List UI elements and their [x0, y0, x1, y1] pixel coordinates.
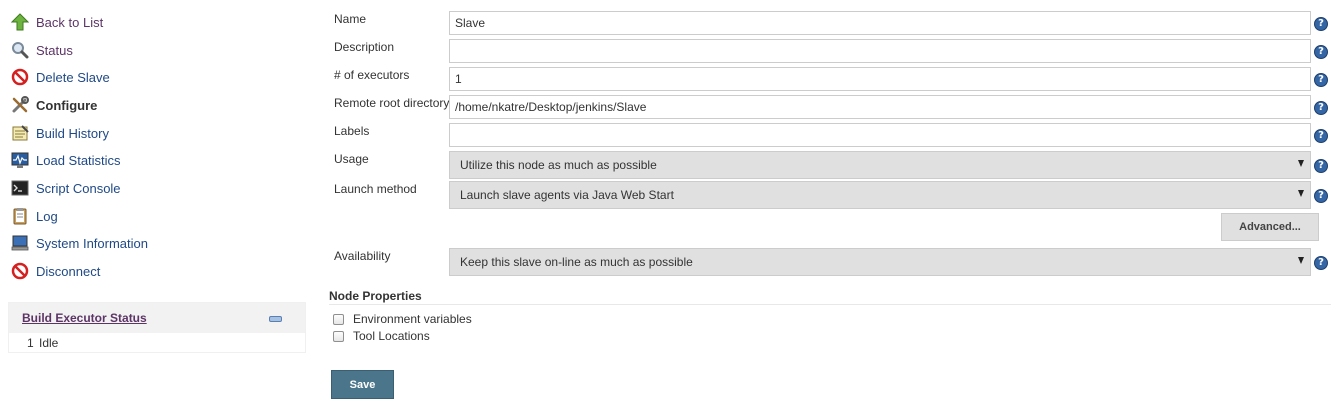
dropdown-arrow-icon [1298, 257, 1304, 264]
no-entry-icon [10, 261, 30, 281]
launch-method-label: Launch method [334, 182, 417, 196]
usage-label: Usage [334, 152, 369, 166]
task-system-information[interactable]: System Information [10, 232, 148, 254]
task-label: Load Statistics [36, 152, 121, 168]
task-label: Script Console [36, 180, 121, 196]
labels-input[interactable] [449, 123, 1311, 147]
executor-state: Idle [39, 335, 59, 350]
remote-root-input[interactable] [449, 95, 1311, 119]
advanced-button[interactable]: Advanced... [1221, 213, 1319, 241]
node-configure-page: Back to List Status Delete Slave Configu… [0, 0, 1340, 415]
tools-icon [10, 95, 30, 115]
magnifier-icon [10, 40, 30, 60]
section-divider [329, 304, 1331, 305]
clipboard-icon [10, 206, 30, 226]
executor-row: 1 Idle [9, 333, 305, 352]
executor-number: 1 [27, 335, 34, 350]
name-label: Name [334, 12, 367, 26]
availability-label: Availability [334, 249, 391, 263]
task-back-to-list[interactable]: Back to List [10, 11, 103, 33]
computer-icon [10, 233, 30, 253]
name-input[interactable] [449, 11, 1311, 35]
launch-method-selected-value: Launch slave agents via Java Web Start [460, 188, 674, 202]
environment-variables-checkbox[interactable] [333, 313, 344, 325]
task-script-console[interactable]: Script Console [10, 177, 121, 199]
task-label: Delete Slave [36, 69, 110, 85]
usage-select[interactable]: Utilize this node as much as possible [449, 151, 1311, 179]
task-label: Build History [36, 125, 109, 141]
description-label: Description [334, 40, 395, 54]
task-label: System Information [36, 235, 148, 251]
executors-label: # of executors [334, 68, 410, 82]
task-delete-slave[interactable]: Delete Slave [10, 66, 110, 88]
help-icon[interactable]: ? [1314, 17, 1328, 31]
task-label: Log [36, 208, 58, 224]
task-disconnect[interactable]: Disconnect [10, 260, 100, 282]
task-configure[interactable]: Configure [10, 94, 97, 116]
task-label: Back to List [36, 14, 104, 30]
notepad-icon [10, 123, 30, 143]
tool-locations-option[interactable]: Tool Locations [333, 328, 430, 344]
help-icon[interactable]: ? [1314, 129, 1328, 143]
checkbox-label: Tool Locations [353, 329, 430, 343]
collapse-icon[interactable] [269, 316, 282, 322]
availability-select[interactable]: Keep this slave on-line as much as possi… [449, 248, 1311, 276]
labels-label: Labels [334, 124, 370, 138]
terminal-icon [10, 178, 30, 198]
task-label: Disconnect [36, 263, 101, 279]
dropdown-arrow-icon [1298, 190, 1304, 197]
save-button[interactable]: Save [331, 370, 394, 399]
task-log[interactable]: Log [10, 205, 58, 227]
task-load-statistics[interactable]: Load Statistics [10, 149, 121, 171]
build-executor-status-panel: Build Executor Status 1 Idle [8, 302, 306, 353]
task-build-history[interactable]: Build History [10, 122, 109, 144]
help-icon[interactable]: ? [1314, 159, 1328, 173]
remote-root-label: Remote root directory [334, 96, 450, 110]
executors-input[interactable] [449, 67, 1311, 91]
description-input[interactable] [449, 39, 1311, 63]
build-executor-status-link[interactable]: Build Executor Status [22, 311, 147, 325]
help-icon[interactable]: ? [1314, 256, 1328, 270]
tool-locations-checkbox[interactable] [333, 330, 344, 342]
checkbox-label: Environment variables [353, 312, 472, 326]
dropdown-arrow-icon [1298, 160, 1304, 167]
no-entry-icon [10, 67, 30, 87]
help-icon[interactable]: ? [1314, 101, 1328, 115]
side-panel: Back to List Status Delete Slave Configu… [0, 0, 312, 415]
help-icon[interactable]: ? [1314, 189, 1328, 203]
task-label: Status [36, 42, 73, 58]
help-icon[interactable]: ? [1314, 73, 1328, 87]
availability-selected-value: Keep this slave on-line as much as possi… [460, 255, 693, 269]
task-label: Configure [36, 97, 98, 113]
task-status[interactable]: Status [10, 39, 73, 61]
executor-panel-header: Build Executor Status [9, 303, 305, 333]
launch-method-select[interactable]: Launch slave agents via Java Web Start [449, 181, 1311, 209]
up-arrow-icon [10, 12, 30, 32]
monitor-graph-icon [10, 150, 30, 170]
usage-selected-value: Utilize this node as much as possible [460, 158, 657, 172]
environment-variables-option[interactable]: Environment variables [333, 311, 472, 327]
help-icon[interactable]: ? [1314, 45, 1328, 59]
node-properties-heading: Node Properties [329, 289, 422, 303]
